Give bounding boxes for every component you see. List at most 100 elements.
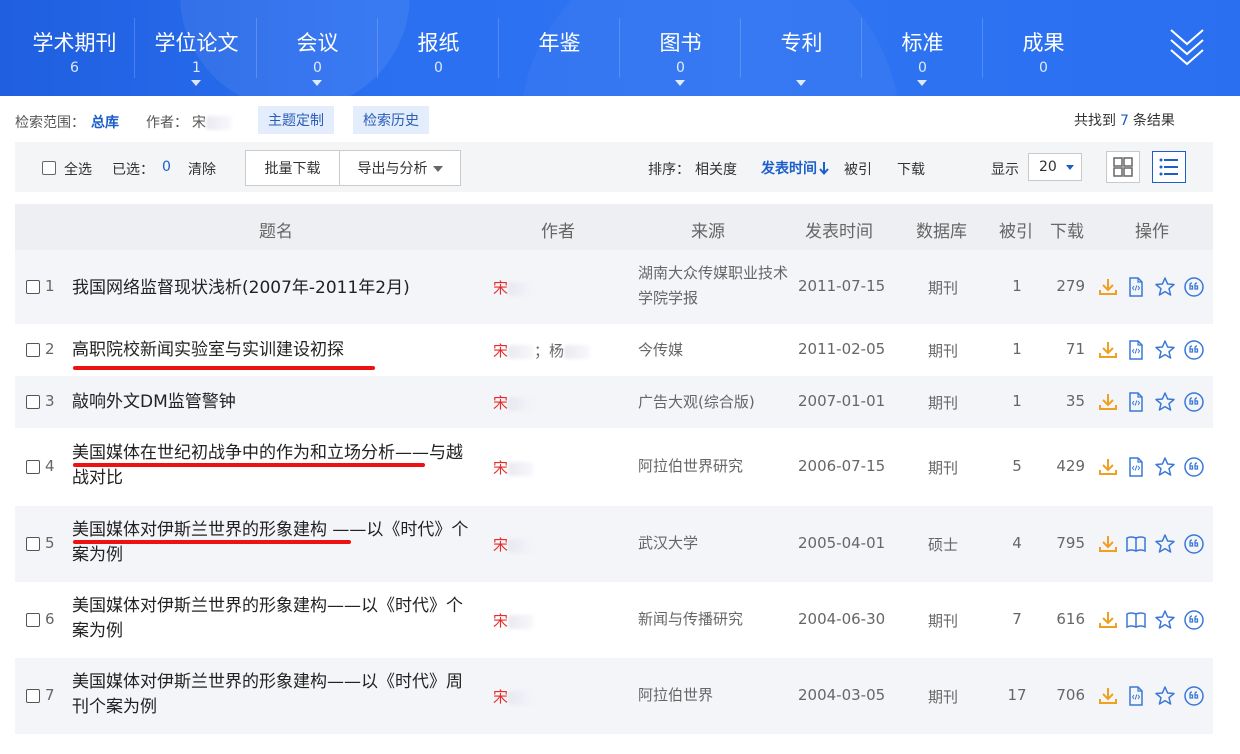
scope-value[interactable]: 总库 — [91, 112, 119, 132]
row-cited[interactable]: 4 — [997, 534, 1037, 552]
row-source-link[interactable]: 武汉大学 — [638, 531, 788, 556]
star-icon[interactable] — [1154, 609, 1176, 631]
row-authors[interactable]: 宋 — [493, 610, 535, 631]
category-tab[interactable]: 成果 0 — [983, 0, 1104, 96]
row-title-link[interactable]: 美国媒体对伊斯兰世界的形象建构——以《时代》个案为例 — [72, 594, 472, 644]
row-checkbox[interactable] — [26, 613, 40, 627]
download-icon[interactable] — [1097, 533, 1119, 555]
star-icon[interactable] — [1154, 685, 1176, 707]
download-icon[interactable] — [1097, 391, 1119, 413]
author-link[interactable]: 宋 — [493, 612, 508, 630]
page-size-select[interactable]: 20 — [1028, 153, 1082, 181]
row-cited[interactable]: 1 — [997, 340, 1037, 358]
row-source-link[interactable]: 广告大观(综合版) — [638, 390, 788, 415]
category-tab[interactable]: 标准 0 — [862, 0, 983, 96]
download-icon[interactable] — [1097, 609, 1119, 631]
sort-download[interactable]: 下载 — [897, 159, 925, 179]
download-icon[interactable] — [1097, 456, 1119, 478]
html-icon[interactable] — [1125, 339, 1147, 361]
annotation-underline — [73, 463, 425, 467]
html-icon[interactable] — [1125, 685, 1147, 707]
topic-customize-button[interactable]: 主题定制 — [258, 106, 334, 134]
row-source-link[interactable]: 新闻与传播研究 — [638, 607, 788, 632]
row-cited[interactable]: 1 — [997, 392, 1037, 410]
select-all-label[interactable]: 全选 — [64, 159, 92, 179]
row-authors[interactable]: 宋 — [493, 457, 535, 478]
book-icon[interactable] — [1125, 533, 1147, 555]
star-icon[interactable] — [1154, 339, 1176, 361]
grid-view-button[interactable] — [1106, 151, 1140, 183]
row-cited[interactable]: 1 — [997, 277, 1037, 295]
category-tab[interactable]: 报纸 0 — [378, 0, 499, 96]
book-icon[interactable] — [1125, 609, 1147, 631]
row-title-link[interactable]: 我国网络监督现状浅析(2007年-2011年2月) — [72, 276, 472, 301]
row-cited[interactable]: 17 — [997, 686, 1037, 704]
row-authors[interactable]: 宋 — [493, 392, 535, 413]
results-toolbar: 全选 已选： 0 清除 批量下载 导出与分析 排序： 相关度 发表时间 被引 下… — [15, 142, 1213, 192]
sort-relevance[interactable]: 相关度 — [695, 159, 737, 179]
quote-icon[interactable] — [1183, 685, 1205, 707]
row-checkbox[interactable] — [26, 343, 40, 357]
row-authors[interactable]: 宋 — [493, 277, 535, 298]
row-source-link[interactable]: 今传媒 — [638, 338, 788, 363]
quote-icon[interactable] — [1183, 456, 1205, 478]
row-source-link[interactable]: 阿拉伯世界研究 — [638, 454, 788, 479]
row-checkbox[interactable] — [26, 280, 40, 294]
category-tab[interactable]: 学位论文 1 — [136, 0, 257, 96]
table-row: 4 美国媒体在世纪初战争中的作为和立场分析——与越战对比宋阿拉伯世界研究 2006-… — [15, 428, 1213, 506]
html-icon[interactable] — [1125, 456, 1147, 478]
row-authors[interactable]: 宋 — [493, 686, 535, 707]
quote-icon[interactable] — [1183, 276, 1205, 298]
category-tab[interactable]: 图书 0 — [620, 0, 741, 96]
download-icon[interactable] — [1097, 276, 1119, 298]
row-cited[interactable]: 5 — [997, 457, 1037, 475]
row-authors[interactable]: 宋 ；杨 — [493, 340, 591, 361]
table-header: 题名 作者 来源 发表时间 数据库 被引 下载 操作 — [15, 204, 1213, 250]
star-icon[interactable] — [1154, 276, 1176, 298]
sort-date[interactable]: 发表时间 — [761, 158, 829, 178]
author-link[interactable]: 宋 — [493, 536, 508, 554]
author-link[interactable]: 宋 — [493, 394, 508, 412]
category-tab[interactable]: 会议 0 — [257, 0, 378, 96]
author-link[interactable]: 宋 — [493, 279, 508, 297]
author-link[interactable]: 宋 — [493, 459, 508, 477]
batch-download-button[interactable]: 批量下载 — [245, 150, 340, 186]
star-icon[interactable] — [1154, 533, 1176, 555]
category-tab[interactable]: 年鉴 — [499, 0, 620, 96]
row-title-link[interactable]: 美国媒体对伊斯兰世界的形象建构——以《时代》周刊个案为例 — [72, 670, 472, 720]
star-icon[interactable] — [1154, 391, 1176, 413]
quote-icon[interactable] — [1183, 339, 1205, 361]
row-source-link[interactable]: 阿拉伯世界 — [638, 683, 788, 708]
download-icon[interactable] — [1097, 339, 1119, 361]
search-history-button[interactable]: 检索历史 — [353, 106, 429, 134]
row-title-link[interactable]: 敲响外文DM监管警钟 — [72, 390, 472, 415]
sort-cited[interactable]: 被引 — [844, 159, 872, 179]
row-source-link[interactable]: 湖南大众传媒职业技术学院学报 — [638, 261, 788, 311]
category-tab[interactable]: 学术期刊 6 — [14, 0, 135, 96]
html-icon[interactable] — [1125, 276, 1147, 298]
row-checkbox[interactable] — [26, 395, 40, 409]
row-title-link[interactable]: 高职院校新闻实验室与实训建设初探 — [72, 338, 472, 363]
author-link[interactable]: 宋 — [493, 688, 508, 706]
row-checkbox[interactable] — [26, 689, 40, 703]
list-view-button[interactable] — [1152, 151, 1186, 183]
star-icon[interactable] — [1154, 456, 1176, 478]
quote-icon[interactable] — [1183, 391, 1205, 413]
category-name: 学位论文 — [154, 31, 239, 55]
author-link[interactable]: 杨 — [549, 342, 564, 360]
table-row: 7 美国媒体对伊斯兰世界的形象建构——以《时代》周刊个案为例 宋 阿拉伯世界 2004-… — [15, 658, 1213, 734]
row-cited[interactable]: 7 — [997, 610, 1037, 628]
quote-icon[interactable] — [1183, 609, 1205, 631]
clear-button[interactable]: 清除 — [188, 159, 216, 179]
download-icon[interactable] — [1097, 685, 1119, 707]
expand-chevron-icon[interactable] — [1168, 26, 1206, 66]
row-checkbox[interactable] — [26, 460, 40, 474]
row-checkbox[interactable] — [26, 537, 40, 551]
category-tab[interactable]: 专利 — [741, 0, 862, 96]
export-analyze-button[interactable]: 导出与分析 — [339, 150, 461, 186]
row-authors[interactable]: 宋 — [493, 534, 535, 555]
select-all-checkbox[interactable] — [42, 161, 56, 175]
quote-icon[interactable] — [1183, 533, 1205, 555]
html-icon[interactable] — [1125, 391, 1147, 413]
author-link[interactable]: 宋 — [493, 342, 508, 360]
